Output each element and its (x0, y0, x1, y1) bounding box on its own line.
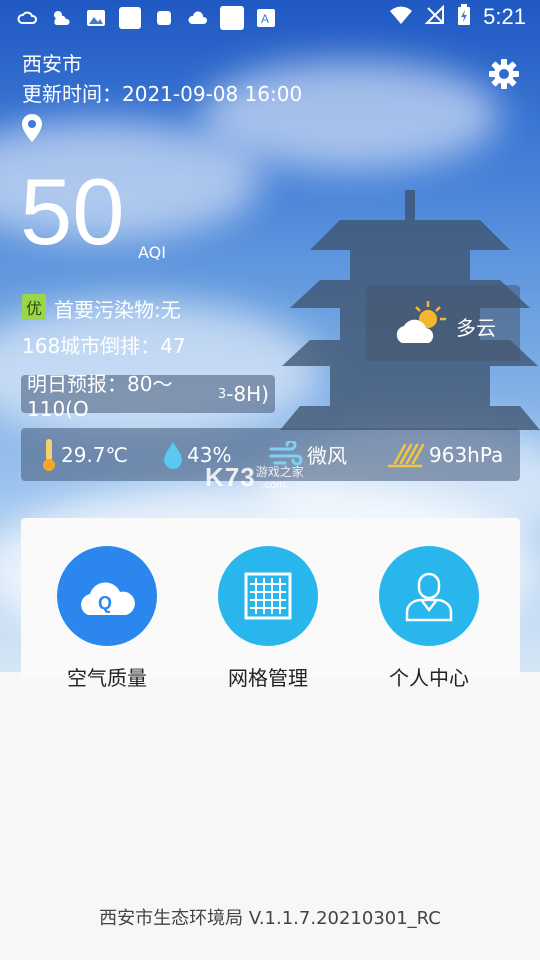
grid-management-label[interactable]: 网格管理 (208, 662, 328, 691)
cloud-q-icon: Q (81, 582, 135, 615)
personal-center-label[interactable]: 个人中心 (369, 662, 489, 691)
location-pin-icon[interactable] (22, 114, 42, 142)
app-icon (152, 6, 176, 30)
water-drop-icon (164, 441, 182, 469)
partly-cloudy-icon (396, 301, 446, 343)
weather-icon (50, 6, 74, 30)
aqi-level-badge: 优 (22, 294, 46, 320)
weather-condition: 多云 (456, 316, 496, 340)
app-icon (220, 6, 244, 30)
air-quality-label[interactable]: 空气质量 (47, 662, 167, 691)
city-name[interactable]: 西安市 (22, 48, 82, 77)
feature-personal-center[interactable]: 个人中心 (369, 546, 489, 691)
font-icon: A (254, 6, 278, 30)
watermark-sub: 游戏之家 (255, 465, 304, 479)
pressure-metric: 963hPa (387, 428, 503, 481)
status-bar: A 5:21 (0, 0, 540, 36)
forecast-sub: 3 (217, 386, 227, 402)
pressure-icon (387, 443, 425, 467)
cloud-sun-icon (16, 6, 40, 30)
svg-text:A: A (261, 12, 269, 26)
grid-management-button[interactable] (218, 546, 318, 646)
tomorrow-forecast: 明日预报：80～110(O 3 -8H) (21, 372, 275, 421)
aqi-value: 50 (20, 159, 125, 264)
wifi-icon (389, 5, 413, 29)
status-time: 5:21 (483, 4, 526, 29)
air-quality-button[interactable]: Q (57, 546, 157, 646)
primary-pollutant: 首要污染物:无 (54, 298, 181, 322)
person-icon (405, 572, 453, 622)
pressure-value: 963hPa (429, 442, 504, 467)
svg-text:Q: Q (98, 593, 112, 613)
image-icon (84, 6, 108, 30)
app-icon (118, 6, 142, 30)
update-time: 更新时间：2021-09-08 16:00 (22, 82, 303, 106)
feature-card: Q 空气质量 网格管理 个人中心 (21, 518, 520, 690)
forecast-suffix: -8H) (226, 382, 269, 406)
no-signal-icon (424, 4, 445, 29)
gear-icon[interactable] (488, 58, 520, 90)
watermark-brand: K73 (205, 462, 256, 492)
k73-watermark: K73游戏之家.com (205, 462, 328, 493)
forecast-prefix: 明日预报：80～110(O (27, 371, 173, 421)
temperature-value: 29.7℃ (61, 442, 128, 467)
city-rank: 168城市倒排：47 (22, 334, 186, 358)
footer-version: 西安市生态环境局 V.1.1.7.20210301_RC (99, 908, 441, 929)
temperature-metric: 29.7℃ (41, 428, 128, 481)
grid-icon (244, 572, 292, 620)
cloud-icon (186, 6, 210, 30)
thermometer-icon (43, 438, 55, 471)
feature-air-quality[interactable]: Q 空气质量 (47, 546, 167, 691)
weather-panel: 多云 (366, 285, 520, 361)
feature-grid-management[interactable]: 网格管理 (208, 546, 328, 691)
battery-charging-icon (457, 4, 471, 30)
personal-center-button[interactable] (379, 546, 479, 646)
aqi-unit: AQI (138, 243, 166, 262)
watermark-domain: .com (261, 479, 286, 491)
